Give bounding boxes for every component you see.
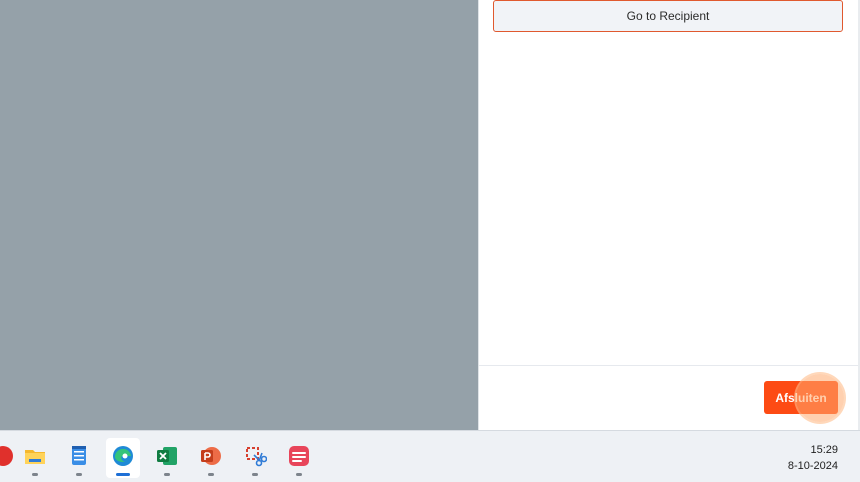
go-to-recipient-button[interactable]: Go to Recipient: [493, 0, 843, 32]
active-indicator: [116, 473, 130, 476]
taskbar-whiteboard-app[interactable]: [282, 438, 316, 478]
close-button[interactable]: Afsluiten: [764, 381, 838, 414]
running-indicator: [208, 473, 214, 476]
taskbar-notepad[interactable]: [62, 438, 96, 478]
taskbar-app-partial[interactable]: [0, 438, 20, 478]
notepad-icon: [72, 446, 86, 465]
taskbar-powerpoint[interactable]: [194, 438, 228, 478]
clock-time: 15:29: [810, 444, 838, 456]
running-indicator: [252, 473, 258, 476]
running-indicator: [164, 473, 170, 476]
system-clock[interactable]: 15:29 8-10-2024: [788, 442, 838, 474]
taskbar-file-explorer[interactable]: [18, 438, 52, 478]
running-indicator: [76, 473, 82, 476]
dimmed-backdrop: [0, 0, 478, 430]
file-explorer-icon: [25, 450, 45, 464]
running-indicator: [32, 473, 38, 476]
close-button-label: Afsluiten: [775, 390, 827, 405]
clock-date: 8-10-2024: [787, 460, 838, 472]
snipping-tool-icon: [246, 447, 267, 467]
whiteboard-app-icon: [289, 446, 309, 466]
taskbar-snipping-tool[interactable]: [238, 438, 272, 478]
taskbar: 15:29 8-10-2024: [0, 430, 860, 482]
powerpoint-icon: [201, 447, 221, 465]
running-indicator: [296, 473, 302, 476]
app-partial-icon: [0, 446, 13, 466]
taskbar-excel[interactable]: [150, 438, 184, 478]
go-to-recipient-label: Go to Recipient: [626, 9, 710, 23]
edge-browser-icon: [113, 446, 133, 466]
excel-icon: [157, 447, 177, 465]
side-panel: Go to Recipient Afsluiten: [478, 0, 858, 430]
taskbar-edge-browser[interactable]: [106, 438, 140, 478]
panel-footer: Afsluiten: [479, 365, 858, 430]
